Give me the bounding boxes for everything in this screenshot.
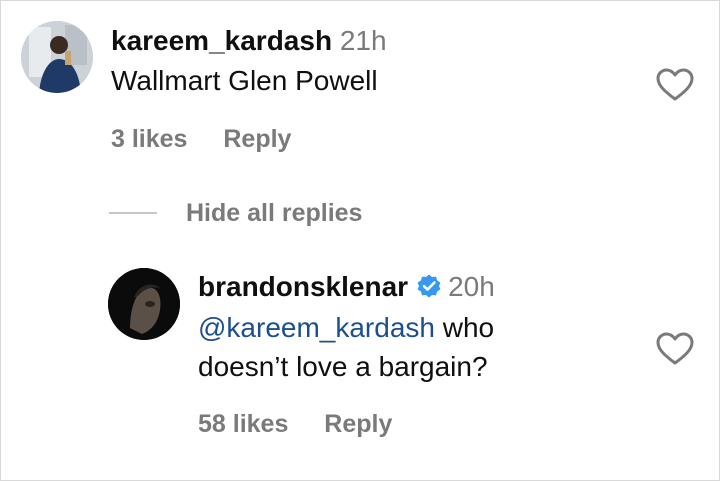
comment-username[interactable]: kareem_kardash [111,25,332,56]
reply-meta: 58 likes Reply [198,410,392,439]
comment-text: Wallmart Glen Powell [111,65,378,96]
comment-meta: 3 likes Reply [111,125,291,154]
comment-likes-count[interactable]: 3 likes [111,125,187,153]
hide-replies-button[interactable]: Hide all replies [186,199,362,228]
reply-username[interactable]: brandonsklenar [198,271,408,302]
replies-divider-line [109,212,157,214]
reply-reply-button[interactable]: Reply [324,410,392,438]
avatar-photo-brandon [108,268,180,340]
comment-timestamp: 21h [339,25,387,56]
reply-mention-link[interactable]: @kareem_kardash [198,312,435,343]
reply-text-line1-rest: who [434,312,495,343]
avatar-brandon[interactable] [108,268,180,340]
reply-text-line1: @kareem_kardash who [198,312,494,344]
reply-likes-count[interactable]: 58 likes [198,410,288,438]
comment-like-heart-icon[interactable] [656,68,694,102]
avatar-photo-kareem [21,21,93,93]
reply-like-heart-icon[interactable] [656,332,694,366]
comment-reply-button[interactable]: Reply [223,125,291,153]
comment-thread: kareem_kardash 21h Wallmart Glen Powell … [0,0,720,481]
reply-header: brandonsklenar 20h [198,271,495,303]
verified-badge-icon [417,274,441,298]
avatar-kareem[interactable] [21,21,93,93]
reply-timestamp: 20h [448,271,495,302]
comment-header: kareem_kardash 21h [111,25,387,57]
reply-text-line2: doesn’t love a bargain? [198,351,488,382]
